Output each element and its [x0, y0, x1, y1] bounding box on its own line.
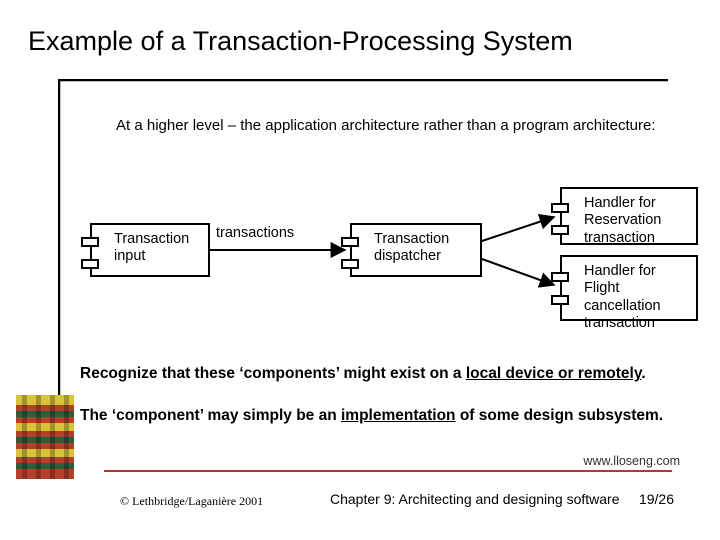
- text-underlined: implementation: [341, 407, 456, 424]
- component-transaction-dispatcher: Transaction dispatcher: [350, 223, 482, 277]
- url-text: www.lloseng.com: [583, 454, 680, 468]
- copyright: © Lethbridge/Laganière 2001: [120, 494, 263, 509]
- text: .: [641, 365, 645, 382]
- component-tab-icon: [551, 295, 569, 305]
- component-label: Handler for Reservation transaction: [584, 195, 690, 247]
- paragraph-1: Recognize that these ‘components’ might …: [80, 365, 690, 383]
- rule-horizontal: [58, 79, 668, 82]
- text: The ‘component’ may simply be an: [80, 407, 341, 424]
- decorative-texture: [16, 395, 74, 479]
- chapter-title: Chapter 9: Architecting and designing so…: [330, 491, 620, 507]
- text: of some design subsystem.: [456, 407, 664, 424]
- text: Recognize that these ‘components’ might …: [80, 365, 466, 382]
- bottom-rule: [104, 470, 672, 472]
- slide-title: Example of a Transaction-Processing Syst…: [28, 26, 573, 57]
- component-tab-icon: [341, 259, 359, 269]
- component-tab-icon: [551, 225, 569, 235]
- component-transaction-input: Transaction input: [90, 223, 210, 277]
- subtitle: At a higher level – the application arch…: [116, 117, 655, 134]
- component-handler-cancellation: Handler for Flight cancellation transact…: [560, 255, 698, 321]
- slide: Example of a Transaction-Processing Syst…: [0, 0, 720, 540]
- component-label: Handler for Flight cancellation transact…: [584, 263, 690, 333]
- component-label: Transaction dispatcher: [374, 231, 474, 266]
- component-label: Transaction input: [114, 231, 202, 266]
- component-tab-icon: [341, 237, 359, 247]
- component-tab-icon: [81, 259, 99, 269]
- component-tab-icon: [81, 237, 99, 247]
- arrow-label: transactions: [216, 225, 294, 241]
- component-tab-icon: [551, 272, 569, 282]
- page-number: 19/26: [639, 491, 674, 507]
- paragraph-2: The ‘component’ may simply be an impleme…: [80, 407, 690, 425]
- component-tab-icon: [551, 203, 569, 213]
- text-underlined: local device or remotely: [466, 365, 641, 382]
- diagram: transactions Transaction input Transacti…: [80, 155, 700, 345]
- component-handler-reservation: Handler for Reservation transaction: [560, 187, 698, 245]
